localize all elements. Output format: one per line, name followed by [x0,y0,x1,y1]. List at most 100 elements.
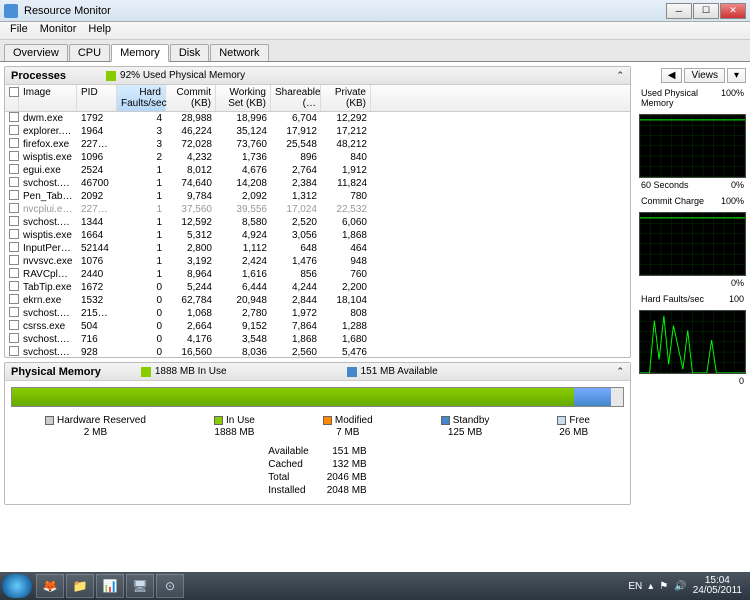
taskbar-firefox[interactable]: 🦊 [36,574,64,598]
col-private[interactable]: Private (KB) [321,85,371,111]
row-checkbox[interactable] [9,151,19,161]
table-row[interactable]: svchost.exe (… 928 0 16,560 8,036 2,560 … [5,346,630,357]
maximize-button[interactable]: ☐ [693,3,719,19]
table-row[interactable]: nvvsvc.exe 1076 1 3,192 2,424 1,476 948 [5,255,630,268]
table-row[interactable]: InputPerson… 52144 1 2,800 1,112 648 464 [5,242,630,255]
graph-1 [639,212,746,276]
table-row[interactable]: svchost.exe 1344 1 12,592 8,580 2,520 6,… [5,216,630,229]
tab-disk[interactable]: Disk [170,44,209,61]
expand-button[interactable]: ◀ [661,68,683,83]
row-checkbox[interactable] [9,307,19,317]
table-row[interactable]: explorer.exe 1964 3 46,224 35,124 17,912… [5,125,630,138]
row-checkbox[interactable] [9,177,19,187]
chevron-up-icon[interactable]: ⌃ [616,366,624,377]
graph-foot-l: 60 Seconds [641,180,689,190]
cell-ws: 9,152 [216,321,271,332]
col-commit[interactable]: Commit (KB) [166,85,216,111]
table-row[interactable]: svchost.exe (… 716 0 4,176 3,548 1,868 1… [5,333,630,346]
cell-pid: 227236 [77,204,117,215]
row-checkbox[interactable] [9,138,19,148]
table-row[interactable]: egui.exe 2524 1 8,012 4,676 2,764 1,912 [5,164,630,177]
physmem-header[interactable]: Physical Memory 1888 MB In Use 151 MB Av… [5,363,630,381]
table-row[interactable]: firefox.exe 227048 3 72,028 73,760 25,54… [5,138,630,151]
col-hardfaults[interactable]: Hard Faults/sec [117,85,166,111]
checkbox-all[interactable] [9,87,19,97]
cell-sh: 6,704 [271,113,321,124]
cell-pv: 760 [321,269,371,280]
clock[interactable]: 15:04 24/05/2011 [693,576,742,596]
cell-commit: 3,192 [166,256,216,267]
row-checkbox[interactable] [9,294,19,304]
row-checkbox[interactable] [9,333,19,343]
table-row[interactable]: Pen_Tablet.e… 2092 1 9,784 2,092 1,312 7… [5,190,630,203]
table-row[interactable]: dwm.exe 1792 4 28,988 18,996 6,704 12,29… [5,112,630,125]
row-checkbox[interactable] [9,125,19,135]
row-checkbox[interactable] [9,164,19,174]
row-checkbox[interactable] [9,190,19,200]
cell-commit: 8,012 [166,165,216,176]
menu-monitor[interactable]: Monitor [34,22,83,39]
cell-image: svchost.exe (… [19,178,77,189]
cell-image: svchost.exe [19,217,77,228]
table-row[interactable]: TabTip.exe 1672 0 5,244 6,444 4,244 2,20… [5,281,630,294]
row-checkbox[interactable] [9,216,19,226]
cell-commit: 16,560 [166,347,216,357]
systray[interactable]: EN ▴ ⚑ 🔊 15:04 24/05/2011 [628,576,748,596]
row-checkbox[interactable] [9,242,19,252]
taskbar-app[interactable]: ⊙ [156,574,184,598]
col-shareable[interactable]: Shareable (… [271,85,321,111]
cell-pid: 1344 [77,217,117,228]
cell-image: Pen_Tablet.e… [19,191,77,202]
close-button[interactable]: ✕ [720,3,746,19]
memory-summary: Available151 MBCached132 MBTotal2046 MBI… [11,444,624,498]
cell-ws: 2,780 [216,308,271,319]
cell-ws: 18,996 [216,113,271,124]
tab-cpu[interactable]: CPU [69,44,110,61]
row-checkbox[interactable] [9,229,19,239]
start-button[interactable] [2,574,32,598]
cell-hf: 1 [117,191,166,202]
col-pid[interactable]: PID [77,85,117,111]
table-row[interactable]: RAVCpl64.exe 2440 1 8,964 1,616 856 760 [5,268,630,281]
col-workingset[interactable]: Working Set (KB) [216,85,271,111]
menu-file[interactable]: File [4,22,34,39]
tray-flag-icon[interactable]: ⚑ [659,581,668,592]
views-button[interactable]: Views [684,68,725,83]
cell-ws: 3,548 [216,334,271,345]
taskbar-resmon[interactable]: 🖥 [126,574,154,598]
row-checkbox[interactable] [9,268,19,278]
table-row[interactable]: wisptis.exe 1096 2 4,232 1,736 896 840 [5,151,630,164]
tray-up-icon[interactable]: ▴ [648,581,653,592]
tab-network[interactable]: Network [210,44,268,61]
table-row[interactable]: svchost.exe (… 46700 1 74,640 14,208 2,3… [5,177,630,190]
row-checkbox[interactable] [9,112,19,122]
taskbar-explorer[interactable]: 📁 [66,574,94,598]
row-checkbox[interactable] [9,255,19,265]
taskbar-taskmgr[interactable]: 📊 [96,574,124,598]
cell-pv: 780 [321,191,371,202]
table-row[interactable]: csrss.exe 504 0 2,664 9,152 7,864 1,288 [5,320,630,333]
minimize-button[interactable]: ─ [666,3,692,19]
tab-memory[interactable]: Memory [111,44,169,62]
row-checkbox[interactable] [9,203,19,213]
cell-pid: 2092 [77,191,117,202]
tab-overview[interactable]: Overview [4,44,68,61]
table-row[interactable]: svchost.exe 215240 0 1,068 2,780 1,972 8… [5,307,630,320]
cell-pid: 1672 [77,282,117,293]
processes-header[interactable]: Processes 92% Used Physical Memory ⌃ [5,67,630,85]
table-row[interactable]: nvcplui.exe 227236 1 37,560 39,556 17,02… [5,203,630,216]
table-row[interactable]: wisptis.exe 1664 1 5,312 4,924 3,056 1,8… [5,229,630,242]
cell-image: RAVCpl64.exe [19,269,77,280]
tray-volume-icon[interactable]: 🔊 [674,581,686,592]
table-row[interactable]: ekrn.exe 1532 0 62,784 20,948 2,844 18,1… [5,294,630,307]
col-image[interactable]: Image [19,85,77,111]
row-checkbox[interactable] [9,281,19,291]
processes-title: Processes [11,70,66,82]
lang-indicator[interactable]: EN [628,581,642,592]
row-checkbox[interactable] [9,320,19,330]
menu-help[interactable]: Help [82,22,117,39]
chevron-up-icon[interactable]: ⌃ [616,70,624,81]
cell-pv: 6,060 [321,217,371,228]
row-checkbox[interactable] [9,346,19,356]
views-dropdown[interactable]: ▾ [727,68,746,83]
